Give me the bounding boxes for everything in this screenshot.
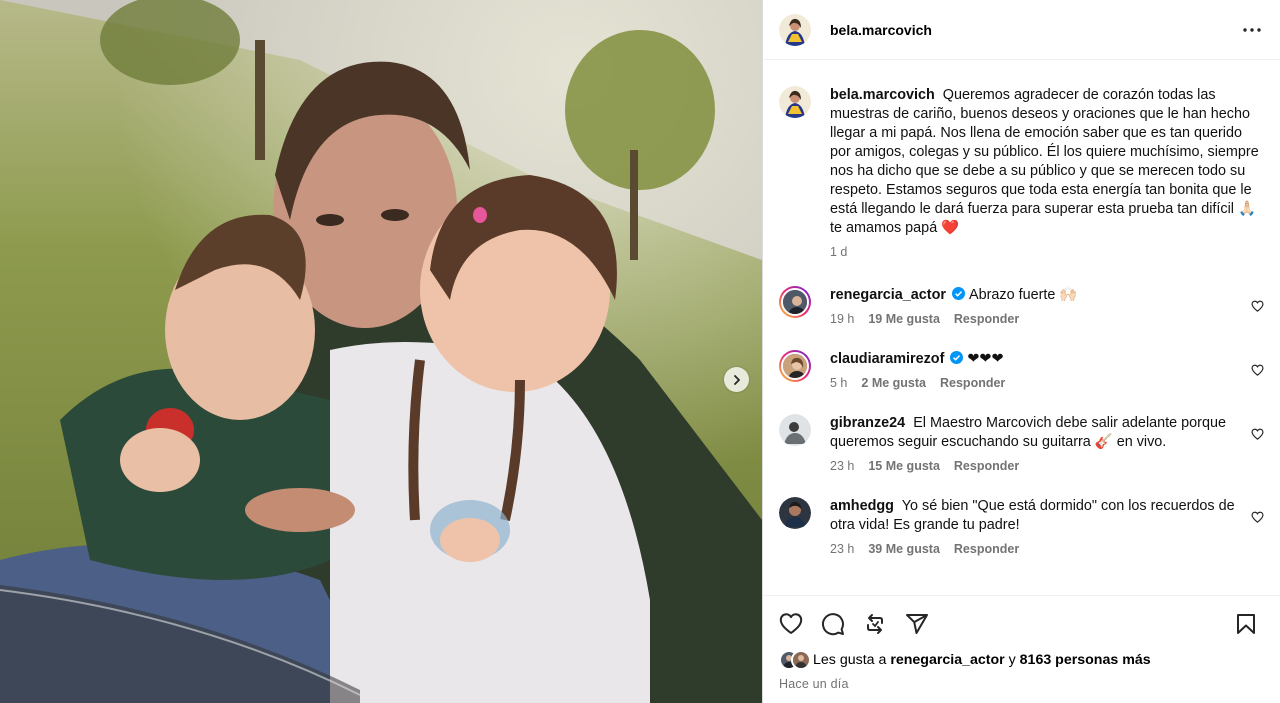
like-button[interactable] xyxy=(779,612,803,636)
author-avatar[interactable] xyxy=(779,13,811,46)
caption-username[interactable]: bela.marcovich xyxy=(830,87,935,103)
comment-username[interactable]: renegarcia_actor xyxy=(830,287,946,303)
more-options-button[interactable] xyxy=(1240,18,1264,42)
heart-icon[interactable] xyxy=(1251,300,1264,312)
caption-text: Queremos agradecer de corazón todas las … xyxy=(830,87,1259,236)
comment-likes[interactable]: 15 Me gusta xyxy=(868,458,940,474)
comment-time[interactable]: 5 h xyxy=(830,375,847,391)
liker-avatar xyxy=(791,650,811,670)
likes-joiner: y xyxy=(1008,652,1016,668)
avatar-image xyxy=(783,290,807,314)
reply-button[interactable]: Responder xyxy=(954,541,1019,557)
likes-prefix: Les gusta a xyxy=(813,652,887,668)
comment-text: ❤❤❤ xyxy=(967,351,1004,367)
comment-time[interactable]: 19 h xyxy=(830,311,854,327)
instagram-post-view: bela.marcovich bela.marcovich Queremos a… xyxy=(0,0,1280,703)
comment-item: renegarcia_actor Abrazo fuerte 🙌🏻 19 h 19… xyxy=(779,286,1264,327)
avatar-image xyxy=(793,652,809,668)
avatar-image xyxy=(779,86,811,118)
more-options-icon xyxy=(1243,27,1261,32)
comment-likes[interactable]: 39 Me gusta xyxy=(868,541,940,557)
caption-author-avatar[interactable] xyxy=(779,86,811,118)
post-details-pane: bela.marcovich bela.marcovich Queremos a… xyxy=(762,0,1280,703)
repost-button[interactable] xyxy=(863,612,887,636)
commenter-avatar[interactable] xyxy=(779,497,811,529)
avatar-image xyxy=(779,497,811,529)
avatar-image xyxy=(779,13,811,46)
post-actions-section: Les gusta a renegarcia_actor y 8163 pers… xyxy=(763,595,1280,703)
next-photo-button[interactable] xyxy=(724,367,749,392)
heart-icon[interactable] xyxy=(1251,364,1264,376)
likes-user-link[interactable]: renegarcia_actor xyxy=(890,652,1004,668)
comment-likes[interactable]: 2 Me gusta xyxy=(861,375,926,391)
comment-item: amhedgg Yo sé bien "Que está dormido" co… xyxy=(779,497,1264,557)
verified-badge-icon xyxy=(952,287,965,300)
post-timestamp[interactable]: Hace un día xyxy=(779,677,1264,691)
heart-icon[interactable] xyxy=(1251,428,1264,440)
comment-button[interactable] xyxy=(821,612,845,636)
comment-time[interactable]: 23 h xyxy=(830,458,854,474)
comment-username[interactable]: gibranze24 xyxy=(830,415,905,431)
commenter-avatar[interactable] xyxy=(779,350,811,382)
heart-icon xyxy=(779,613,803,634)
avatar-image xyxy=(779,414,811,446)
comment-item: gibranze24 El Maestro Marcovich debe sal… xyxy=(779,414,1264,474)
reply-button[interactable]: Responder xyxy=(954,311,1019,327)
comments-list[interactable]: bela.marcovich Queremos agradecer de cor… xyxy=(763,60,1280,595)
comment-username[interactable]: amhedgg xyxy=(830,498,894,514)
heart-icon[interactable] xyxy=(1251,511,1264,523)
verified-badge-icon xyxy=(950,351,964,364)
post-caption: bela.marcovich Queremos agradecer de cor… xyxy=(779,86,1264,260)
action-bar xyxy=(779,602,1264,646)
repost-icon xyxy=(867,614,883,634)
bookmark-icon xyxy=(1237,614,1255,634)
post-photo[interactable] xyxy=(0,0,762,703)
reply-button[interactable]: Responder xyxy=(940,375,1005,391)
comment-username[interactable]: claudiaramirezof xyxy=(830,351,944,367)
comment-item: claudiaramirezof ❤❤❤ 5 h 2 Me gusta Respo… xyxy=(779,350,1264,391)
likes-count-link[interactable]: 8163 personas más xyxy=(1020,652,1151,668)
comment-icon xyxy=(822,613,844,636)
comment-time[interactable]: 23 h xyxy=(830,541,854,557)
save-button[interactable] xyxy=(1234,612,1258,636)
comment-text: Abrazo fuerte 🙌🏻 xyxy=(969,287,1078,303)
share-button[interactable] xyxy=(905,612,929,636)
commenter-avatar[interactable] xyxy=(779,414,811,446)
caption-time[interactable]: 1 d xyxy=(830,244,847,260)
send-icon xyxy=(906,614,928,634)
comment-likes[interactable]: 19 Me gusta xyxy=(868,311,940,327)
likes-summary[interactable]: Les gusta a renegarcia_actor y 8163 pers… xyxy=(779,650,1264,670)
commenter-avatar[interactable] xyxy=(779,286,811,318)
reply-button[interactable]: Responder xyxy=(954,458,1019,474)
family-photo-image xyxy=(0,0,762,703)
avatar-image xyxy=(783,354,807,378)
chevron-right-icon xyxy=(733,374,740,385)
post-header: bela.marcovich xyxy=(763,0,1280,60)
author-username[interactable]: bela.marcovich xyxy=(830,22,932,38)
